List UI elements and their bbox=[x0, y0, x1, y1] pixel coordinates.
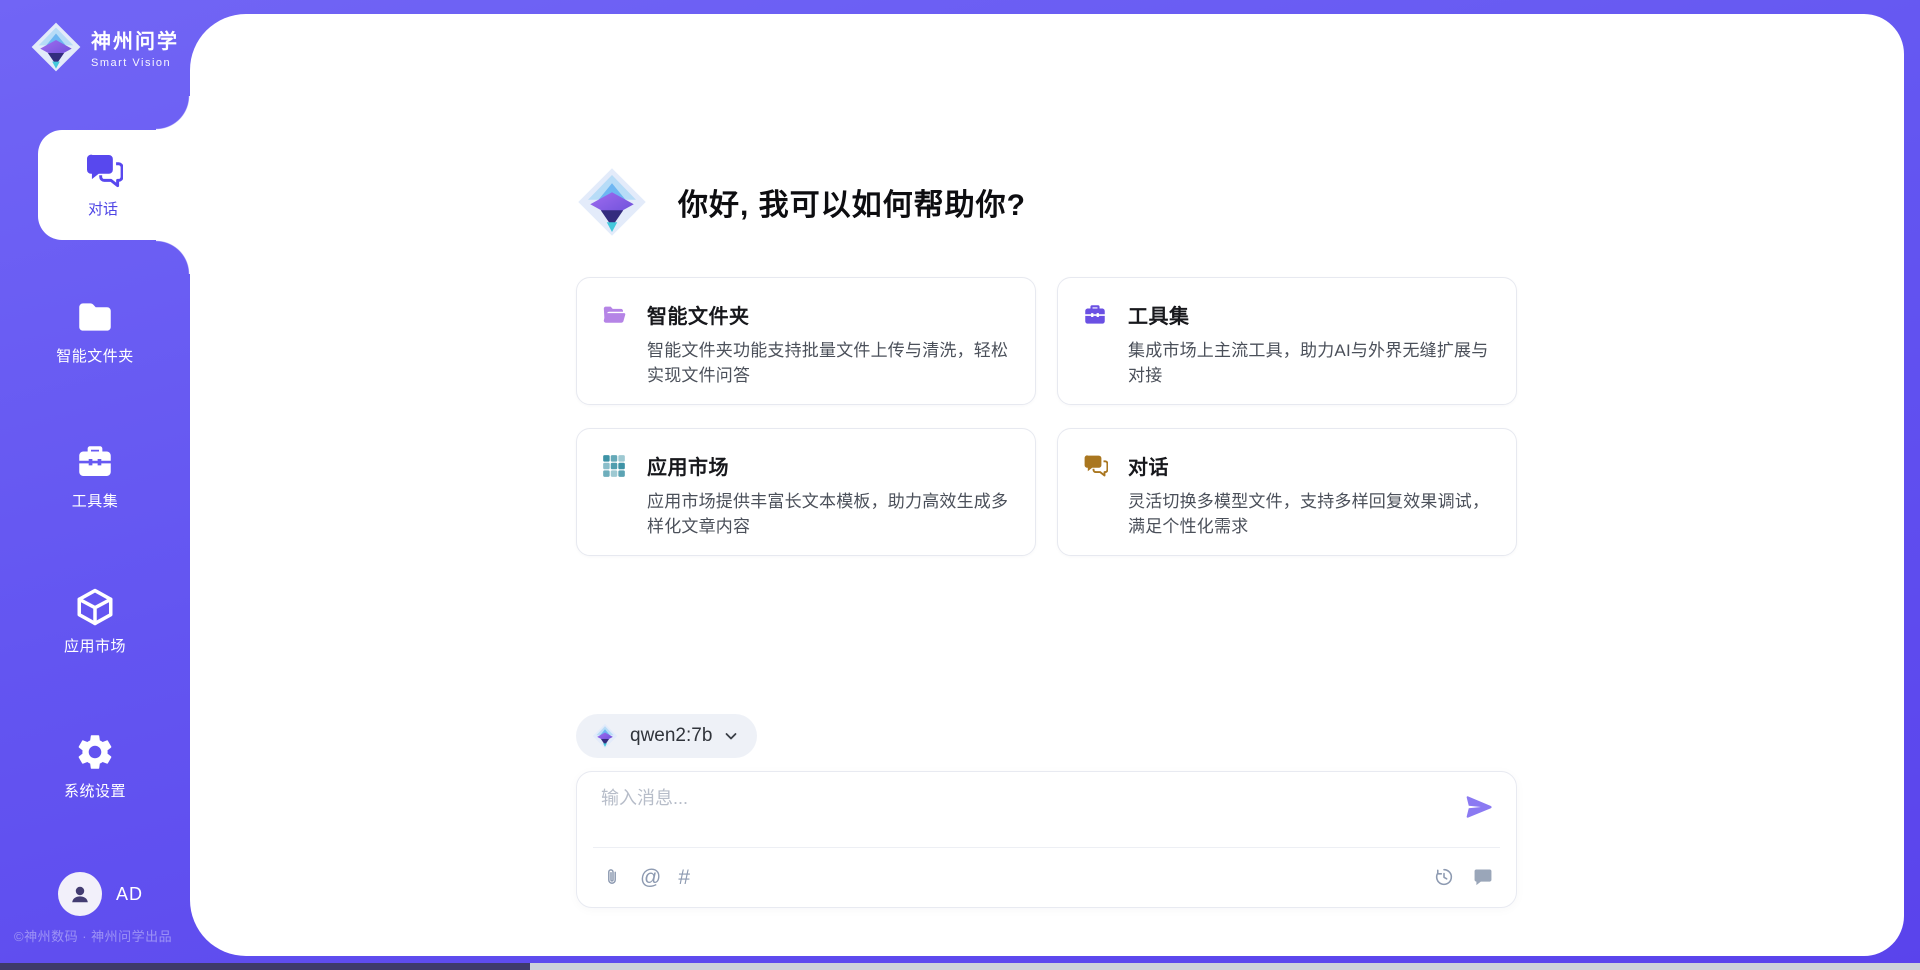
card-description: 智能文件夹功能支持批量文件上传与清洗，轻松实现文件问答 bbox=[647, 338, 1019, 388]
copyright-footer: ©神州数码 · 神州问学出品 bbox=[14, 926, 194, 945]
chat-bubbles-icon bbox=[1082, 453, 1108, 479]
card-description: 应用市场提供丰富长文本模板，助力高效生成多样化文章内容 bbox=[647, 489, 1019, 539]
feature-cards: 智能文件夹 智能文件夹功能支持批量文件上传与清洗，轻松实现文件问答 工具集 集成… bbox=[576, 277, 1517, 556]
folder-open-icon bbox=[601, 302, 627, 328]
sidebar-item-settings[interactable]: 系统设置 bbox=[0, 731, 190, 801]
composer-toolbar: @ # bbox=[601, 858, 1494, 896]
briefcase-icon bbox=[74, 441, 116, 483]
app-title: 神州问学 bbox=[91, 25, 179, 54]
sidebar-item-label: 智能文件夹 bbox=[56, 345, 134, 366]
card-title: 应用市场 bbox=[647, 451, 729, 480]
sidebar-item-chat[interactable]: 对话 bbox=[38, 130, 190, 240]
brand-diamond-icon bbox=[576, 162, 648, 242]
card-title: 智能文件夹 bbox=[647, 300, 750, 329]
message-input[interactable] bbox=[601, 784, 1401, 842]
brand-diamond-icon bbox=[30, 20, 82, 74]
sidebar: 神州问学 Smart Vision 对话 智能文件夹 工具集 bbox=[0, 0, 190, 970]
cube-icon bbox=[74, 586, 116, 628]
diamond-logo-icon bbox=[592, 722, 618, 750]
send-button[interactable] bbox=[1464, 792, 1494, 822]
chat-bubbles-icon bbox=[83, 151, 123, 191]
app-logo: 神州问学 Smart Vision bbox=[30, 20, 179, 74]
grid-icon bbox=[601, 453, 627, 479]
folder-icon bbox=[74, 296, 116, 338]
user-profile[interactable]: AD bbox=[58, 872, 143, 916]
sidebar-item-label: 应用市场 bbox=[64, 635, 126, 656]
chat-solid-icon[interactable] bbox=[1472, 866, 1494, 888]
greeting: 你好, 我可以如何帮助你? bbox=[576, 162, 1026, 242]
card-description: 灵活切换多模型文件，支持多样回复效果调试，满足个性化需求 bbox=[1128, 489, 1500, 539]
sidebar-item-smart-folder[interactable]: 智能文件夹 bbox=[0, 296, 190, 366]
app-subtitle: Smart Vision bbox=[91, 57, 179, 69]
paperclip-icon[interactable] bbox=[601, 866, 623, 888]
sidebar-item-label: 对话 bbox=[88, 198, 118, 219]
card-title: 工具集 bbox=[1128, 300, 1190, 329]
gear-icon bbox=[74, 731, 116, 773]
chevron-down-icon bbox=[723, 728, 739, 744]
send-icon bbox=[1464, 792, 1494, 822]
sidebar-item-toolset[interactable]: 工具集 bbox=[0, 441, 190, 511]
model-selector[interactable]: qwen2:7b bbox=[576, 714, 757, 758]
sidebar-item-label: 系统设置 bbox=[64, 780, 126, 801]
message-composer: @ # bbox=[576, 771, 1517, 908]
feature-card-smart-folder[interactable]: 智能文件夹 智能文件夹功能支持批量文件上传与清洗，轻松实现文件问答 bbox=[576, 277, 1036, 405]
composer-divider bbox=[593, 847, 1500, 848]
hash-icon[interactable]: # bbox=[678, 867, 690, 888]
card-title: 对话 bbox=[1128, 451, 1169, 480]
greeting-title: 你好, 我可以如何帮助你? bbox=[678, 180, 1026, 224]
sidebar-item-app-market[interactable]: 应用市场 bbox=[0, 586, 190, 656]
feature-card-toolset[interactable]: 工具集 集成市场上主流工具，助力AI与外界无缝扩展与对接 bbox=[1057, 277, 1517, 405]
sidebar-item-label: 工具集 bbox=[72, 490, 119, 511]
briefcase-icon bbox=[1082, 302, 1108, 328]
card-description: 集成市场上主流工具，助力AI与外界无缝扩展与对接 bbox=[1128, 338, 1500, 388]
person-icon bbox=[67, 881, 93, 907]
scrollbar-thumb[interactable] bbox=[0, 963, 530, 970]
horizontal-scrollbar bbox=[0, 963, 1920, 970]
main-content: 你好, 我可以如何帮助你? 智能文件夹 智能文件夹功能支持批量文件上传与清洗，轻… bbox=[576, 0, 1517, 970]
history-icon[interactable] bbox=[1433, 866, 1455, 888]
user-name: AD bbox=[116, 884, 143, 905]
feature-card-app-market[interactable]: 应用市场 应用市场提供丰富长文本模板，助力高效生成多样化文章内容 bbox=[576, 428, 1036, 556]
feature-card-chat[interactable]: 对话 灵活切换多模型文件，支持多样回复效果调试，满足个性化需求 bbox=[1057, 428, 1517, 556]
avatar bbox=[58, 872, 102, 916]
app-root: 神州问学 Smart Vision 对话 智能文件夹 工具集 bbox=[0, 0, 1920, 970]
at-sign-icon[interactable]: @ bbox=[640, 867, 661, 888]
model-name: qwen2:7b bbox=[630, 725, 712, 747]
